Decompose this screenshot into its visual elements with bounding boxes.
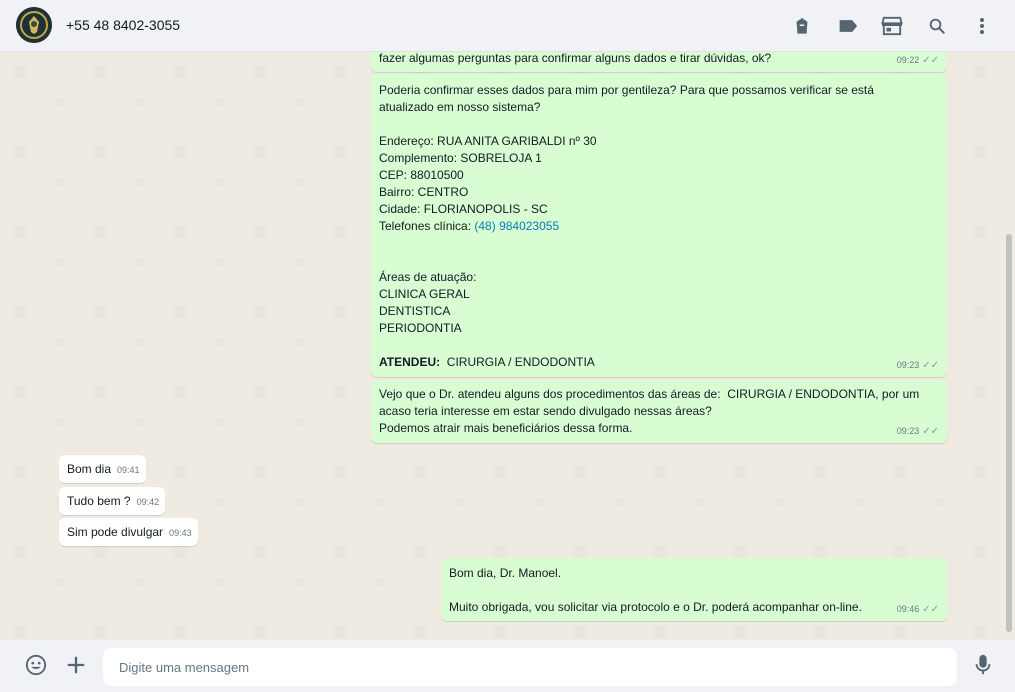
double-check-icon: ✓✓ [922,360,939,371]
message-line: atualizado em nosso sistema? [379,100,541,114]
areas-heading: Áreas de atuação: [379,270,477,284]
double-check-icon: ✓✓ [922,55,939,66]
message-time: 09:46 [896,604,920,614]
area-item: PERIODONTIA [379,321,462,335]
outgoing-message[interactable]: Bom dia, Dr. Manoel. Muito obrigada, vou… [441,558,947,621]
message-composer-bar: Digite uma mensagem [0,640,1015,692]
delete-icon[interactable] [790,14,814,38]
phone-line: Telefones clínica: (48) 984023055 [379,218,939,235]
emoji-icon[interactable] [24,653,48,677]
phone-label: Telefones clínica: [379,219,475,233]
message-time: 09:43 [169,528,192,538]
outgoing-message[interactable]: Poderia confirmar esses dados para mim p… [371,74,947,377]
message-meta: 09:23 ✓✓ [897,423,939,440]
message-line: Vejo que o Dr. atendeu alguns dos proced… [379,387,920,401]
area-item: DENTISTICA [379,304,451,318]
cep-line: CEP: 88010500 [379,168,464,182]
message-line: Muito obrigada, vou solicitar via protoc… [449,600,862,614]
message-meta: 09:22 ✓✓ [897,52,939,69]
phone-link[interactable]: (48) 984023055 [474,219,559,233]
outgoing-message[interactable]: fazer algumas perguntas para confirmar a… [371,52,947,72]
message-text: Sim pode divulgar [67,525,164,539]
chat-header: +55 48 8402-3055 [0,0,1015,52]
double-check-icon: ✓✓ [922,426,939,437]
microphone-icon[interactable] [971,653,995,677]
chat-scrollbar[interactable] [1006,234,1012,632]
attended-line: ATENDEU: CIRURGIA / ENDODONTIA [379,354,939,371]
search-icon[interactable] [925,14,949,38]
message-input[interactable]: Digite uma mensagem [103,648,957,686]
incoming-message[interactable]: Tudo bem ? 09:42 [59,487,166,515]
incoming-message[interactable]: Bom dia 09:41 [59,455,146,483]
attended-label: ATENDEU: [379,355,441,369]
city-line: Cidade: FLORIANOPOLIS - SC [379,202,548,216]
message-meta: 09:23 ✓✓ [897,357,939,374]
message-time: 09:22 [896,55,920,65]
double-check-icon: ✓✓ [922,604,939,615]
message-line: fazer algumas perguntas para confirmar a… [379,52,772,65]
message-line: Bom dia, Dr. Manoel. [449,566,562,580]
message-time: 09:23 [896,360,920,370]
message-meta: 09:46 ✓✓ [897,601,939,618]
message-time: 09:23 [896,426,920,436]
message-time: 09:41 [117,465,140,475]
message-line: acaso teria interesse em estar sendo div… [379,404,712,418]
label-icon[interactable] [836,14,860,38]
store-icon[interactable] [880,14,904,38]
message-input-placeholder: Digite uma mensagem [119,659,250,675]
chat-area[interactable]: fazer algumas perguntas para confirmar a… [0,52,1015,640]
outgoing-message[interactable]: Vejo que o Dr. atendeu alguns dos proced… [371,380,947,443]
contact-avatar[interactable] [16,7,52,43]
message-text: Tudo bem ? [67,494,131,508]
message-text: Bom dia [67,462,112,476]
district-line: Bairro: CENTRO [379,185,469,199]
message-line: Podemos atrair mais beneficiários dessa … [379,421,633,435]
message-line: Poderia confirmar esses dados para mim p… [379,83,874,97]
plus-icon[interactable] [64,653,88,677]
complement-line: Complemento: SOBRELOJA 1 [379,151,542,165]
contact-name[interactable]: +55 48 8402-3055 [66,17,180,33]
area-item: CLINICA GERAL [379,287,470,301]
incoming-message[interactable]: Sim pode divulgar 09:43 [59,518,198,546]
attended-value: CIRURGIA / ENDODONTIA [440,355,595,369]
address-line: Endereço: RUA ANITA GARIBALDI nº 30 [379,134,597,148]
menu-icon[interactable] [970,14,994,38]
message-time: 09:42 [136,497,160,507]
